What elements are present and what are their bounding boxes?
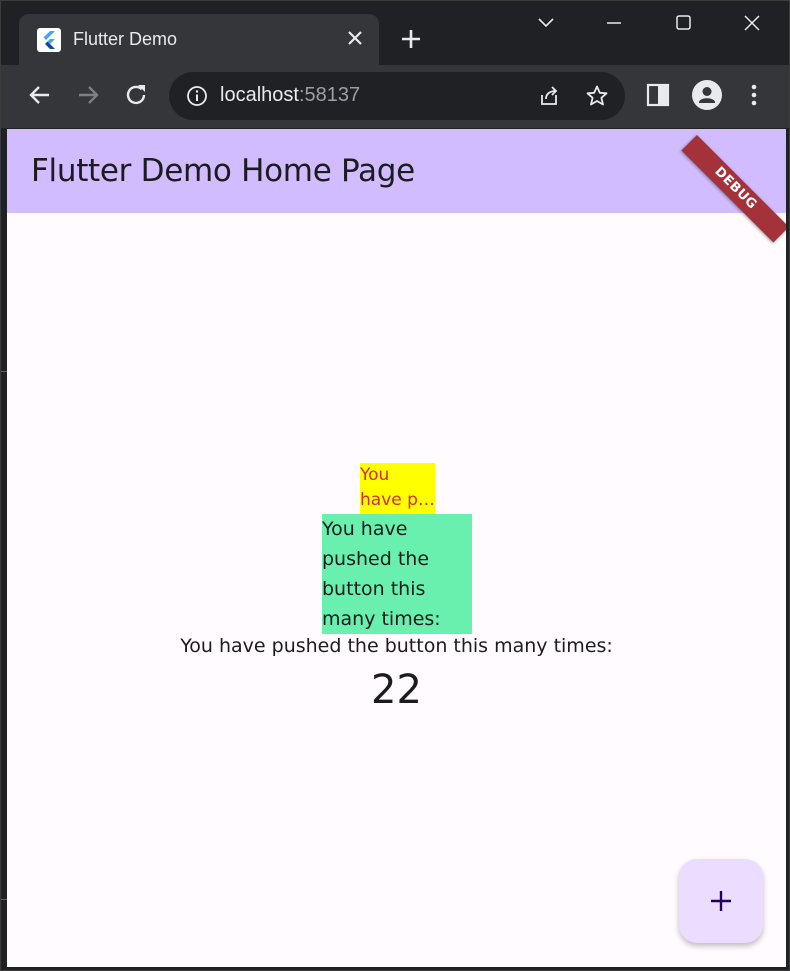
tab-search-button[interactable] — [531, 9, 561, 37]
url-port: :58137 — [298, 84, 361, 106]
wrapped-text-box: You have pushed the button this many tim… — [322, 514, 472, 634]
reload-icon — [126, 85, 146, 105]
truncated-text-box: You have p… — [360, 463, 435, 514]
maximize-button[interactable] — [668, 9, 698, 37]
increment-fab-button[interactable] — [679, 859, 763, 943]
profile-button[interactable] — [691, 79, 723, 111]
plus-icon — [711, 891, 731, 911]
background-edge-line — [1, 371, 7, 372]
browser-window: Flutter Demo localhost:58137 Flutter Dem… — [0, 0, 790, 971]
tab-strip: Flutter Demo — [1, 1, 789, 65]
back-button[interactable] — [24, 79, 56, 111]
new-tab-button[interactable] — [397, 25, 425, 53]
kebab-menu-icon — [751, 84, 757, 106]
minimize-icon — [607, 22, 621, 24]
tab-title: Flutter Demo — [73, 29, 178, 49]
url-host: localhost — [220, 84, 299, 106]
close-icon[interactable] — [343, 26, 367, 50]
profile-icon — [692, 80, 722, 110]
counter-value: 22 — [371, 667, 422, 713]
counter-caption: You have pushed the button this many tim… — [180, 635, 613, 657]
side-panel-icon — [646, 83, 670, 107]
flutter-logo-icon — [37, 28, 61, 52]
tab-flutter-demo[interactable]: Flutter Demo — [19, 14, 379, 65]
share-icon[interactable] — [537, 84, 561, 108]
address-bar[interactable]: localhost:58137 — [169, 72, 625, 120]
forward-button[interactable] — [72, 79, 104, 111]
window-close-button[interactable] — [737, 9, 767, 37]
chevron-down-icon — [538, 18, 554, 28]
browser-toolbar: localhost:58137 — [1, 65, 789, 128]
maximize-icon — [676, 15, 691, 30]
info-icon[interactable] — [185, 84, 209, 108]
minimize-button[interactable] — [599, 9, 629, 37]
side-panel-button[interactable] — [644, 81, 672, 109]
page-viewport: Flutter Demo Home Page DEBUG You have p…… — [7, 129, 786, 967]
close-icon — [744, 15, 760, 31]
truncated-text-line-1: You — [360, 465, 390, 485]
arrow-left-icon — [29, 86, 49, 104]
plus-icon — [402, 30, 420, 48]
page-title: Flutter Demo Home Page — [31, 153, 415, 189]
background-edge-line — [1, 899, 7, 900]
star-icon[interactable] — [585, 84, 609, 108]
app-bar: Flutter Demo Home Page — [7, 129, 786, 213]
arrow-right-icon — [79, 86, 99, 104]
truncated-text-line-2: have p… — [360, 490, 435, 510]
reload-button[interactable] — [120, 79, 152, 111]
url-text[interactable]: localhost:58137 — [220, 84, 360, 107]
menu-button[interactable] — [740, 81, 768, 109]
